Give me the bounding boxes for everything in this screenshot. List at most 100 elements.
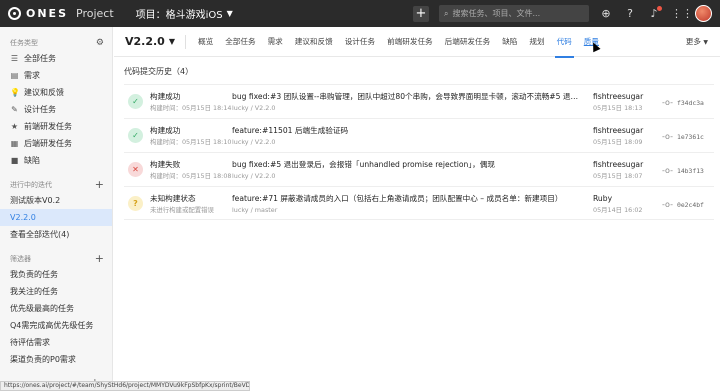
sidebar-item-requirements[interactable]: ▤ 需求 xyxy=(0,67,112,84)
sidebar-item-bugs[interactable]: ■ 缺陷 xyxy=(0,152,112,169)
build-time: 未进行构建或配置错误 xyxy=(150,206,214,214)
commit-icon: -o- xyxy=(662,98,673,107)
tab-requirements[interactable]: 需求 xyxy=(262,27,289,57)
commit-time: 05月15日 18:13 xyxy=(593,104,643,112)
check-icon: ✓ xyxy=(128,128,143,143)
commit-message-text[interactable]: feature:#71 屏蔽邀请成员的入口（包括右上角邀请成员；团队配置中心 –… xyxy=(232,193,582,204)
commit-row[interactable]: ✓ 构建成功 构建时间：05月15日 18:14 bug fixed:#3 团队… xyxy=(124,84,714,118)
sidebar-item-label: 缺陷 xyxy=(24,156,40,165)
commit-row[interactable]: ? 未知构建状态 未进行构建或配置错误 feature:#71 屏蔽邀请成员的入… xyxy=(124,186,714,220)
document-icon: ▤ xyxy=(10,71,19,80)
bell-icon[interactable]: ♪ xyxy=(647,6,662,20)
version-label: V2.2.0 xyxy=(125,35,165,48)
commit-message-text[interactable]: feature:#11501 后端生成验证码 xyxy=(232,125,582,136)
build-status-title: 构建成功 xyxy=(150,126,181,135)
ones-logo[interactable]: ONES Project xyxy=(8,7,114,20)
commit-hash[interactable]: -o- f34dc3a xyxy=(662,98,718,107)
commit-icon: -o- xyxy=(662,166,673,175)
sprint-label: 进行中的迭代 xyxy=(10,181,52,189)
commit-row[interactable]: ✕ 构建失败 构建时间：05月15日 18:08 bug fixed:#5 退出… xyxy=(124,152,714,186)
pen-icon: ✎ xyxy=(11,105,18,114)
hash-text: 0e2c4bf xyxy=(676,200,704,209)
commit-row[interactable]: ✓ 构建成功 构建时间：05月15日 18:10 feature:#11501 … xyxy=(124,118,714,152)
commit-list: ✓ 构建成功 构建时间：05月15日 18:14 bug fixed:#3 团队… xyxy=(124,84,714,220)
search-input[interactable] xyxy=(452,9,573,18)
sidebar-item-frontend[interactable]: ★ 前端研发任务 xyxy=(0,118,112,135)
section-title: 代码提交历史（4） xyxy=(124,67,194,76)
sidebar-item-label: 前端研发任务 xyxy=(24,122,72,131)
tab-all-tasks[interactable]: 全部任务 xyxy=(219,27,261,57)
sidebar-item-filter[interactable]: 渠道负责的P0需求 xyxy=(0,351,112,368)
commit-message-text[interactable]: bug fixed:#5 退出登录后，会报错「unhandled promise… xyxy=(232,159,582,170)
tab-overview[interactable]: 概览 xyxy=(192,27,219,57)
filter-label: 筛选器 xyxy=(10,255,31,263)
commit-hash[interactable]: -o- 1e7361c xyxy=(662,132,718,141)
sidebar-item-label: 需求 xyxy=(24,71,40,80)
commit-hash[interactable]: -o- 14b3f13 xyxy=(662,166,718,175)
sidebar-item-filter[interactable]: 我负责的任务 xyxy=(0,266,112,283)
avatar[interactable] xyxy=(695,5,712,22)
sidebar-item-label: 我关注的任务 xyxy=(10,287,58,296)
gear-icon[interactable]: ⚙ xyxy=(96,38,104,48)
add-user-icon[interactable]: ⊕ xyxy=(599,7,613,20)
sidebar-item-sprint[interactable]: 测试版本V0.2 xyxy=(0,192,112,209)
version-selector[interactable]: V2.2.0 ▼ xyxy=(125,34,186,49)
search-box[interactable]: ⌕ xyxy=(439,5,589,22)
commit-message: bug fixed:#3 团队设置--串购管理，团队中超过80个串购，会导致界面… xyxy=(232,91,582,113)
tab-quality[interactable]: 质量 xyxy=(578,27,605,57)
sidebar-item-feedback[interactable]: 💡 建议和反馈 xyxy=(0,84,112,101)
sidebar-item-label: 优先级最高的任务 xyxy=(10,304,74,313)
cross-icon: ✕ xyxy=(128,162,143,177)
tab-frontend[interactable]: 前端研发任务 xyxy=(381,27,439,57)
sidebar: 任务类型 ⚙ ☰ 全部任务 ▤ 需求 💡 建议和反馈 ✎ 设计任务 ★ 前端研发… xyxy=(0,27,113,391)
help-icon[interactable]: ? xyxy=(623,7,637,20)
tab-design[interactable]: 设计任务 xyxy=(339,27,381,57)
tab-code[interactable]: 代码 xyxy=(551,27,578,58)
build-status: 构建失败 构建时间：05月15日 18:08 xyxy=(150,159,240,181)
task-type-header: 任务类型 ⚙ xyxy=(0,36,112,50)
sidebar-item-design[interactable]: ✎ 设计任务 xyxy=(0,101,112,118)
add-filter-icon[interactable]: + xyxy=(95,253,104,264)
build-status-title: 构建失败 xyxy=(150,160,181,169)
sidebar-item-sprint-active[interactable]: V2.2.0 xyxy=(0,209,112,226)
tab-bugs[interactable]: 缺陷 xyxy=(496,27,523,57)
main-content: V2.2.0 ▼ 概览 全部任务 需求 建议和反馈 设计任务 前端研发任务 后端… xyxy=(114,27,720,391)
author-name: Ruby xyxy=(593,194,613,203)
tab-plan[interactable]: 规划 xyxy=(523,27,550,57)
sidebar-item-filter[interactable]: 待评估需求 xyxy=(0,334,112,351)
grid-icon[interactable]: ⋮⋮ xyxy=(671,7,693,20)
add-sprint-icon[interactable]: + xyxy=(95,179,104,190)
top-bar: ONES Project 项目：格斗游戏iOS ▼ + ⌕ ⊕ ? ♪ ⋮⋮ xyxy=(0,0,720,27)
tab-backend[interactable]: 后端研发任务 xyxy=(439,27,497,57)
bulb-icon: 💡 xyxy=(10,88,20,97)
task-type-label: 任务类型 xyxy=(10,39,38,47)
check-icon: ✓ xyxy=(128,94,143,109)
chevron-down-icon: ▼ xyxy=(226,9,233,18)
project-selector[interactable]: 项目：格斗游戏iOS ▼ xyxy=(136,6,233,21)
more-menu[interactable]: 更多 ▼ xyxy=(686,27,708,57)
commit-time: 05月14日 16:02 xyxy=(593,206,643,214)
sidebar-item-label: 待评估需求 xyxy=(10,338,50,347)
tab-feedback[interactable]: 建议和反馈 xyxy=(289,27,339,57)
commit-message-text[interactable]: bug fixed:#3 团队设置--串购管理，团队中超过80个串购，会导致界面… xyxy=(232,91,582,102)
sidebar-item-backend[interactable]: ▦ 后端研发任务 xyxy=(0,135,112,152)
commit-hash[interactable]: -o- 0e2c4bf xyxy=(662,200,718,209)
sidebar-item-filter[interactable]: Q4需完成高优先级任务 xyxy=(0,317,112,334)
commit-author: fishtreesugar 05月15日 18:09 xyxy=(593,125,663,147)
sidebar-item-label: 渠道负责的P0需求 xyxy=(10,355,76,364)
commit-message: feature:#11501 后端生成验证码 lucky / V2.2.0 xyxy=(232,125,582,147)
sidebar-item-filter[interactable]: 优先级最高的任务 xyxy=(0,300,112,317)
commit-message: feature:#71 屏蔽邀请成员的入口（包括右上角邀请成员；团队配置中心 –… xyxy=(232,193,582,215)
sidebar-item-filter[interactable]: 我关注的任务 xyxy=(0,283,112,300)
list-icon: ☰ xyxy=(10,54,19,63)
build-time: 构建时间：05月15日 18:10 xyxy=(150,138,232,146)
sidebar-item-all-sprints[interactable]: 查看全部迭代(4) xyxy=(0,226,112,243)
sidebar-item-all-tasks[interactable]: ☰ 全部任务 xyxy=(0,50,112,67)
build-time: 构建时间：05月15日 18:08 xyxy=(150,172,232,180)
logo-text: ONES xyxy=(26,7,68,20)
commit-branch: lucky / V2.2.0 xyxy=(232,172,276,180)
author-name: fishtreesugar xyxy=(593,126,644,135)
project-name: 项目：格斗游戏iOS xyxy=(135,10,223,21)
add-button[interactable]: + xyxy=(413,5,429,22)
author-name: fishtreesugar xyxy=(593,92,644,101)
